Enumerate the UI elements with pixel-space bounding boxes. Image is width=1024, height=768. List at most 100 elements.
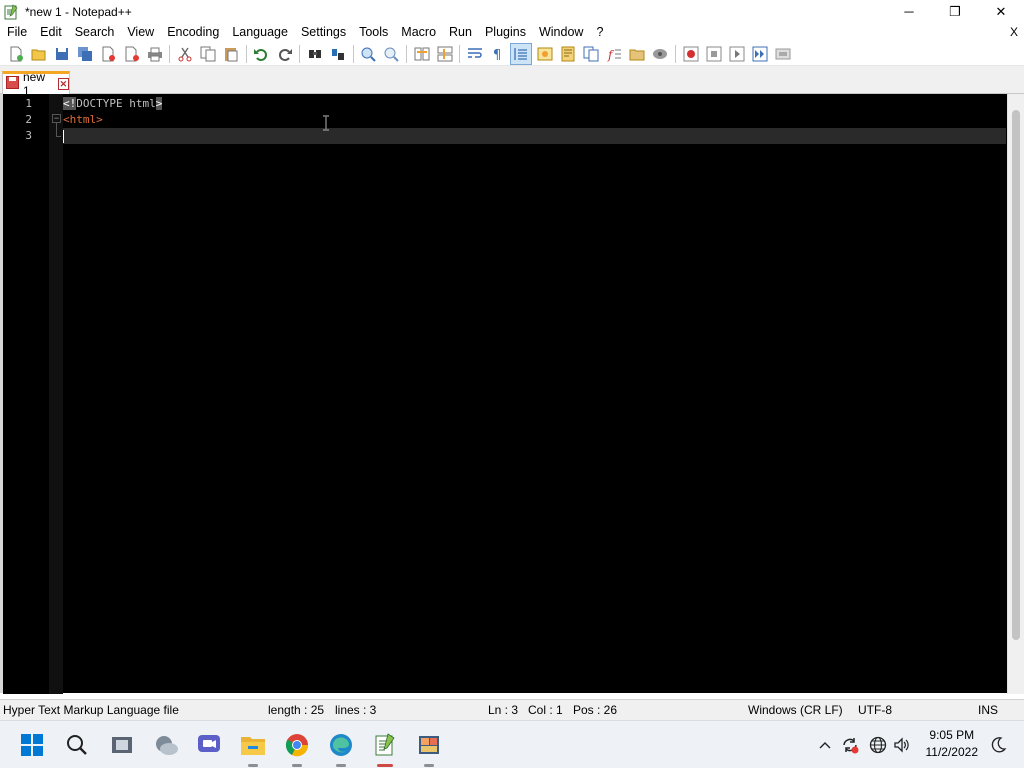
zoom-out-icon[interactable]	[381, 44, 401, 64]
sync-status-icon[interactable]	[840, 735, 860, 755]
running-indicator	[424, 764, 434, 767]
copy-icon[interactable]	[198, 44, 218, 64]
windows-taskbar: 9:05 PM 11/2/2022	[0, 720, 1024, 768]
menu-tools[interactable]: Tools	[352, 23, 394, 42]
volume-icon[interactable]	[892, 735, 912, 755]
task-view-icon[interactable]	[107, 730, 137, 760]
monitoring-icon[interactable]	[650, 44, 670, 64]
save-all-icon[interactable]	[75, 44, 95, 64]
code-area[interactable]: <!DOCTYPE html> <html>	[63, 96, 1006, 144]
close-all-icon[interactable]	[122, 44, 142, 64]
close-icon[interactable]	[98, 44, 118, 64]
svg-text:¶: ¶	[493, 48, 501, 62]
doc-list-icon[interactable]	[581, 44, 601, 64]
indent-guide-icon[interactable]	[510, 42, 533, 65]
menu-language[interactable]: Language	[225, 23, 294, 42]
notepad-plus-plus-icon[interactable]	[370, 730, 400, 767]
network-globe-icon[interactable]	[868, 735, 888, 755]
doc-map-icon[interactable]	[558, 44, 578, 64]
show-all-characters-icon[interactable]: ¶	[488, 44, 508, 64]
function-list-icon[interactable]: f	[604, 44, 624, 64]
fold-toggle-icon[interactable]: −	[52, 114, 61, 123]
sync-horizontal-icon[interactable]	[435, 44, 455, 64]
menu-help[interactable]: ?	[589, 23, 609, 42]
open-file-icon[interactable]	[29, 44, 49, 64]
system-clock[interactable]: 9:05 PM 11/2/2022	[926, 727, 979, 761]
weather-icon[interactable]	[151, 730, 181, 760]
status-insert-mode[interactable]: INS	[978, 703, 998, 717]
status-eol-format[interactable]: Windows (CR LF)	[748, 703, 843, 717]
tab-new-1[interactable]: new 1 ✕	[2, 70, 70, 98]
toolbar: ¶ f	[0, 42, 1024, 66]
start-icon[interactable]	[17, 730, 47, 760]
folder-workspace-icon[interactable]	[627, 44, 647, 64]
status-lines: lines : 3	[335, 703, 377, 717]
zoom-in-icon[interactable]	[358, 44, 378, 64]
file-explorer-icon[interactable]	[238, 730, 268, 767]
vertical-scrollbar[interactable]	[1007, 94, 1024, 694]
clock-date: 11/2/2022	[925, 745, 979, 759]
menu-run[interactable]: Run	[442, 23, 478, 42]
udl-icon[interactable]	[535, 44, 555, 64]
word-wrap-icon[interactable]	[465, 44, 485, 64]
paste-icon[interactable]	[221, 44, 241, 64]
active-indicator	[377, 764, 393, 767]
undo-icon[interactable]	[251, 44, 271, 64]
notepad-plus-plus-app-icon	[3, 3, 19, 20]
status-file-type: Hyper Text Markup Language file	[3, 703, 179, 717]
tab-close-icon[interactable]: ✕	[57, 78, 69, 90]
unsaved-file-icon	[6, 76, 19, 92]
menu-window[interactable]: Window	[532, 23, 589, 42]
menu-file[interactable]: File	[0, 23, 33, 42]
status-encoding[interactable]: UTF-8	[858, 703, 892, 717]
maximize-button[interactable]: ❐	[932, 0, 978, 23]
code-editor[interactable]: 1 2 3 − <!DOCTYPE html> <html>	[0, 94, 1024, 694]
save-macro-icon[interactable]	[773, 44, 793, 64]
new-file-icon[interactable]	[6, 44, 26, 64]
print-icon[interactable]	[145, 44, 165, 64]
edge-icon[interactable]	[326, 730, 356, 767]
status-position: Pos : 26	[573, 703, 618, 717]
show-hidden-icons-chevron-icon[interactable]	[817, 735, 833, 755]
app-icon[interactable]	[414, 730, 444, 767]
save-icon[interactable]	[52, 44, 72, 64]
menu-search[interactable]: Search	[68, 23, 121, 42]
teams-chat-icon[interactable]	[194, 730, 224, 760]
run-macro-multiple-icon[interactable]	[750, 44, 770, 64]
focus-assist-moon-icon[interactable]	[988, 735, 1008, 755]
scrollbar-thumb[interactable]	[1012, 110, 1020, 640]
minimize-button[interactable]: ─	[886, 0, 932, 23]
svg-text:f: f	[607, 48, 615, 62]
html-tag: <html>	[63, 113, 103, 126]
cut-icon[interactable]	[175, 44, 195, 64]
find-icon[interactable]	[305, 44, 325, 64]
line-number: 3	[25, 129, 32, 142]
status-line-number: Ln : 3	[488, 703, 519, 717]
menu-plugins[interactable]: Plugins	[478, 23, 532, 42]
running-indicator	[248, 764, 258, 767]
close-window-button[interactable]: ✕	[978, 0, 1024, 23]
stop-record-icon[interactable]	[704, 44, 724, 64]
chrome-icon[interactable]	[282, 730, 312, 767]
sync-vertical-icon[interactable]	[412, 44, 432, 64]
menu-settings[interactable]: Settings	[294, 23, 352, 42]
close-document-button[interactable]: X	[1010, 23, 1018, 42]
menu-edit[interactable]: Edit	[33, 23, 68, 42]
menu-macro[interactable]: Macro	[394, 23, 442, 42]
play-macro-icon[interactable]	[727, 44, 747, 64]
record-macro-icon[interactable]	[681, 44, 701, 64]
text-caret	[63, 129, 64, 143]
angle-open-highlight: <	[63, 97, 70, 110]
menu-encoding[interactable]: Encoding	[160, 23, 225, 42]
status-length: length : 25	[268, 703, 325, 717]
menu-view[interactable]: View	[120, 23, 160, 42]
line-number: 1	[25, 97, 32, 110]
line-number: 2	[25, 113, 32, 126]
search-icon[interactable]	[62, 730, 92, 760]
redo-icon[interactable]	[275, 44, 295, 64]
running-indicator	[336, 764, 346, 767]
replace-icon[interactable]	[328, 44, 348, 64]
code-line: <html>	[63, 112, 1006, 128]
menu-bar: File Edit Search View Encoding Language …	[0, 23, 1024, 42]
doctype-text: DOCTYPE html	[76, 97, 156, 110]
